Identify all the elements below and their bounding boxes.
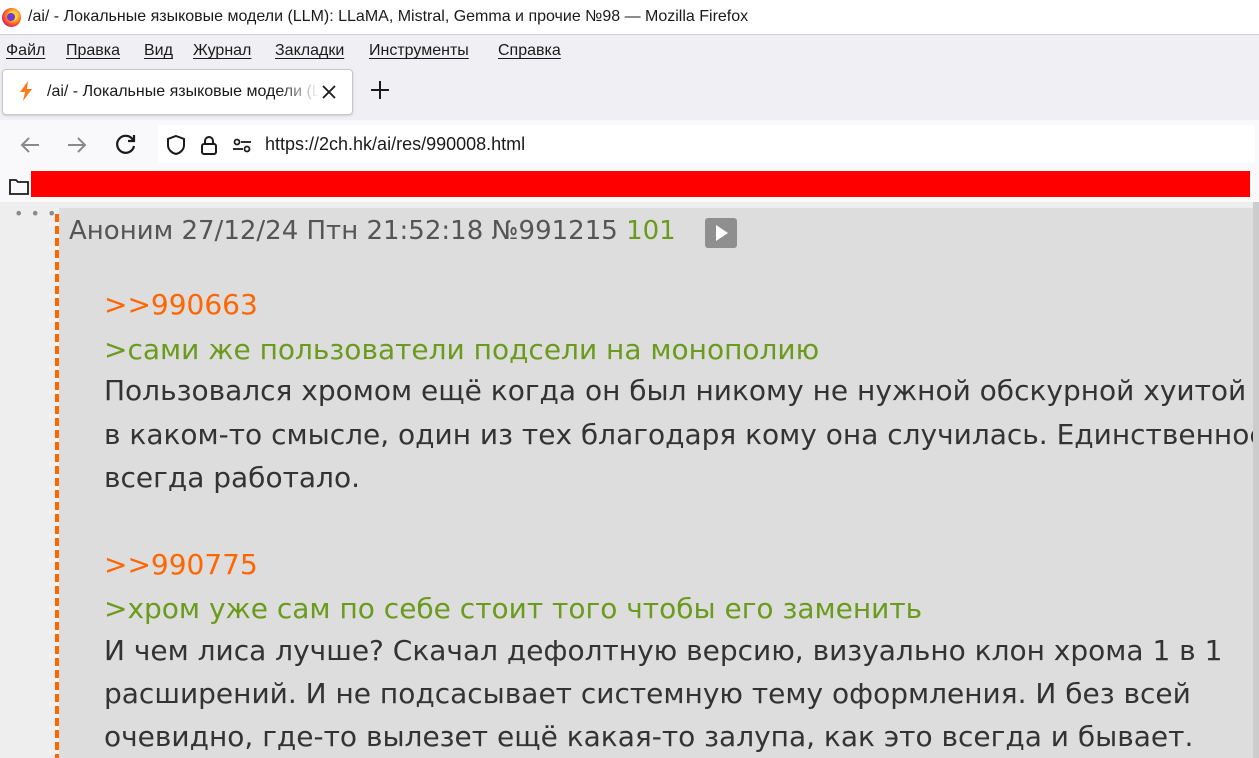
post-text-line: в каком-то смысле, один из тех благодаря… <box>104 418 1259 451</box>
scrollbar[interactable] <box>1253 202 1259 758</box>
back-arrow-icon[interactable] <box>17 132 43 158</box>
post-text-line: расширений. И не подсасывает системную т… <box>104 677 1191 710</box>
lock-icon[interactable] <box>198 134 220 156</box>
url-bar[interactable]: https://2ch.hk/ai/res/990008.html <box>158 125 1255 163</box>
shield-icon[interactable] <box>165 134 187 156</box>
firefox-logo-icon <box>2 8 21 27</box>
play-icon[interactable] <box>705 218 737 248</box>
window-titlebar: /ai/ - Локальные языковые модели (LLM): … <box>0 0 1259 34</box>
menu-view[interactable]: Вид <box>144 42 173 60</box>
post-text-line: И чем лиса лучше? Скачал дефолтную верси… <box>104 634 1223 667</box>
greentext-quote: >сами же пользователи подсели на монопол… <box>104 333 820 366</box>
bookmarks-toolbar <box>0 170 1259 202</box>
tab-bar: /ai/ - Локальные языковые модели (LLM): … <box>0 66 1259 120</box>
new-tab-plus-icon[interactable] <box>368 78 392 102</box>
reply-link[interactable]: >>990663 <box>104 288 258 321</box>
post-number[interactable]: №991215 <box>492 216 618 246</box>
tab-title: /ai/ - Локальные языковые модели (LLM): … <box>47 83 319 100</box>
tab-active[interactable]: /ai/ - Локальные языковые модели (LLM): … <box>2 69 353 115</box>
menu-history[interactable]: Журнал <box>193 42 251 60</box>
forward-arrow-icon[interactable] <box>64 132 90 158</box>
reload-icon[interactable] <box>113 132 139 158</box>
post-text-line: очевидно, где-то вылезет ещё какая-то за… <box>104 720 1194 753</box>
reply-link[interactable]: >>990775 <box>104 548 258 581</box>
folder-icon[interactable] <box>8 176 30 196</box>
site-permissions-icon[interactable] <box>231 134 253 156</box>
post-text-line: всегда работало. <box>104 461 360 494</box>
lightning-favicon-icon <box>20 81 32 101</box>
menu-help[interactable]: Справка <box>498 42 561 60</box>
post: Аноним 27/12/24 Птн 21:52:18 №991215 101… <box>59 208 1259 758</box>
menu-tools[interactable]: Инструменты <box>369 42 469 60</box>
post-count: 101 <box>626 216 676 246</box>
post-date: 27/12/24 Птн 21:52:18 <box>181 216 484 246</box>
menu-file[interactable]: Файл <box>6 42 45 60</box>
close-icon[interactable] <box>319 82 339 102</box>
redacted-bookmarks <box>31 171 1250 197</box>
post-header: Аноним 27/12/24 Птн 21:52:18 №991215 101 <box>69 216 676 246</box>
greentext-quote: >хром уже сам по себе стоит того чтобы е… <box>104 592 923 625</box>
page-content: • • • Аноним 27/12/24 Птн 21:52:18 №9912… <box>0 202 1259 758</box>
url-text[interactable]: https://2ch.hk/ai/res/990008.html <box>265 134 525 155</box>
menu-bookmarks[interactable]: Закладки <box>275 42 344 60</box>
post-author: Аноним <box>69 216 174 246</box>
menu-bar: Файл Правка Вид Журнал Закладки Инструме… <box>0 34 1259 67</box>
menu-edit[interactable]: Правка <box>66 42 120 60</box>
more-dots-icon[interactable]: • • • <box>14 204 57 223</box>
post-text-line: Пользовался хромом ещё когда он был нико… <box>104 374 1247 407</box>
window-title: /ai/ - Локальные языковые модели (LLM): … <box>28 8 749 25</box>
navigation-bar: https://2ch.hk/ai/res/990008.html <box>0 120 1259 170</box>
